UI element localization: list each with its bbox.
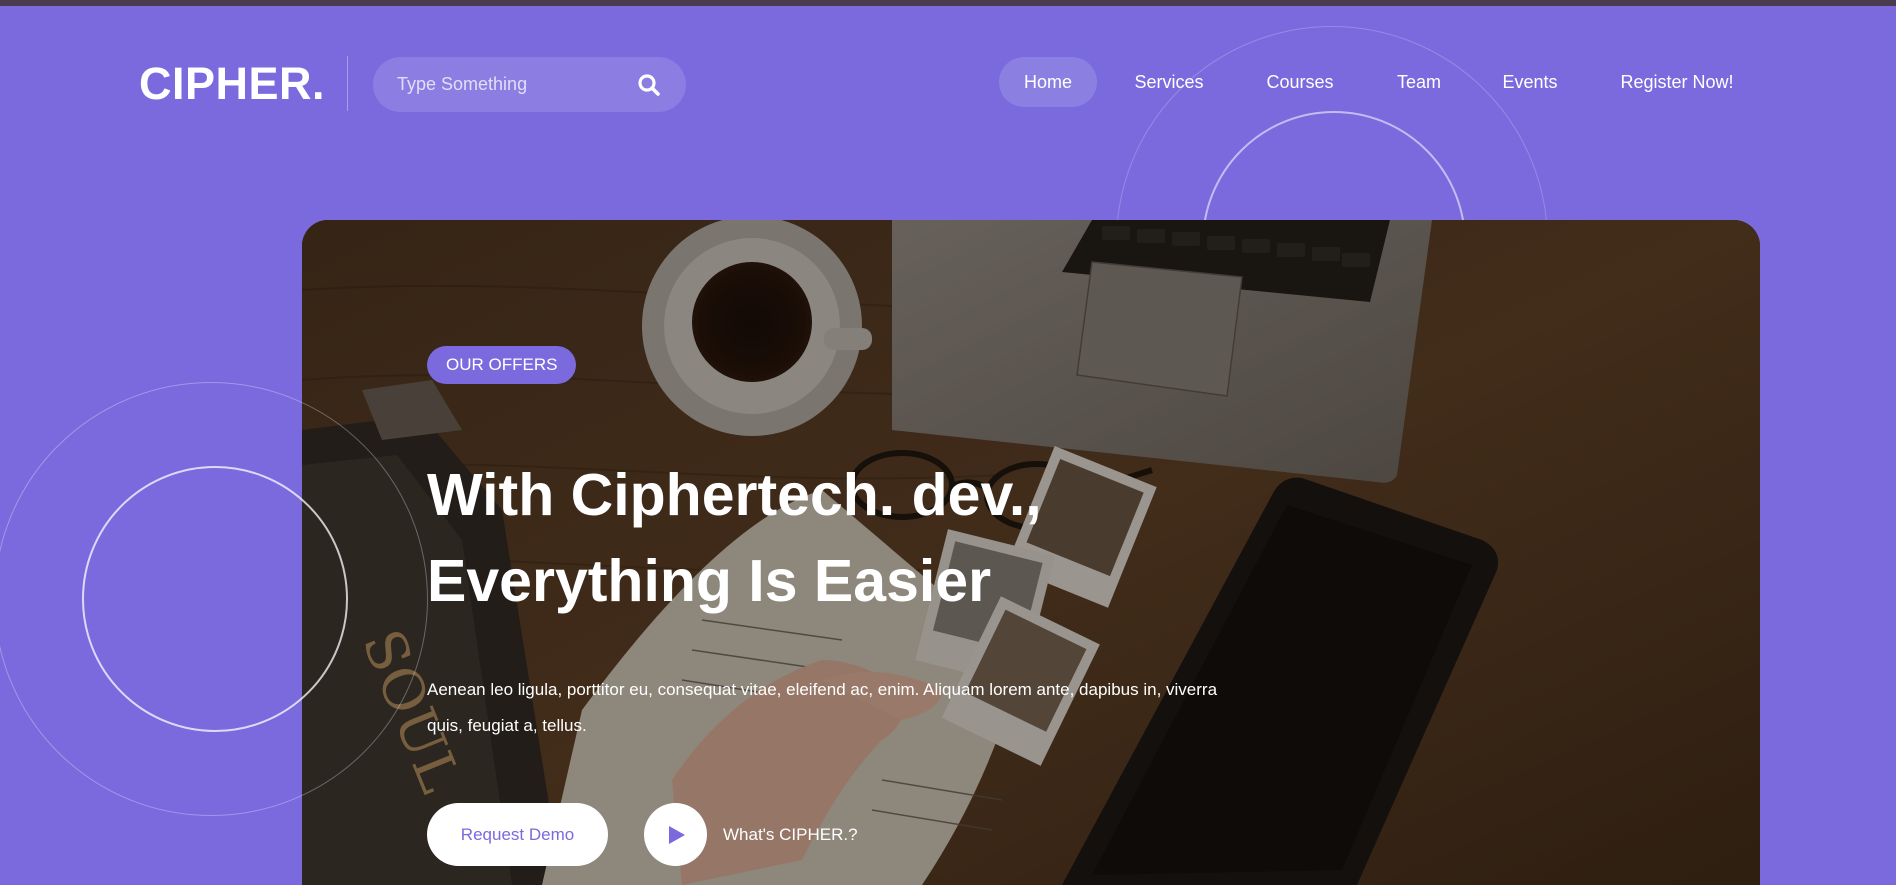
nav-item-events[interactable]: Events bbox=[1492, 57, 1568, 107]
request-demo-button[interactable]: Request Demo bbox=[427, 803, 608, 866]
hero-headline-line-1: With Ciphertech. dev., bbox=[427, 462, 1042, 528]
search-box bbox=[373, 57, 686, 112]
nav-item-services[interactable]: Services bbox=[1116, 57, 1222, 107]
nav-item-register[interactable]: Register Now! bbox=[1612, 57, 1742, 107]
play-icon bbox=[669, 826, 685, 844]
nav-item-team[interactable]: Team bbox=[1385, 57, 1453, 107]
hero-headline-line-2: Everything Is Easier bbox=[427, 548, 992, 614]
site-logo[interactable]: CIPHER. bbox=[139, 58, 325, 110]
search-input[interactable] bbox=[397, 57, 637, 112]
top-strip bbox=[0, 0, 1896, 6]
search-icon[interactable] bbox=[636, 72, 662, 98]
video-link-label[interactable]: What's CIPHER.? bbox=[723, 803, 858, 866]
nav-item-home[interactable]: Home bbox=[999, 57, 1097, 107]
hero-banner: SOUL OUR OFFERS With Ciphertech. dev., E… bbox=[302, 220, 1760, 885]
hero-description: Aenean leo ligula, porttitor eu, consequ… bbox=[427, 680, 1218, 735]
logo-divider bbox=[347, 56, 348, 111]
nav-item-courses[interactable]: Courses bbox=[1250, 57, 1350, 107]
decorative-ring bbox=[82, 466, 348, 732]
play-video-button[interactable] bbox=[644, 803, 707, 866]
offers-badge: OUR OFFERS bbox=[427, 346, 577, 384]
hero-headline: With Ciphertech. dev., Everything Is Eas… bbox=[427, 452, 1327, 624]
